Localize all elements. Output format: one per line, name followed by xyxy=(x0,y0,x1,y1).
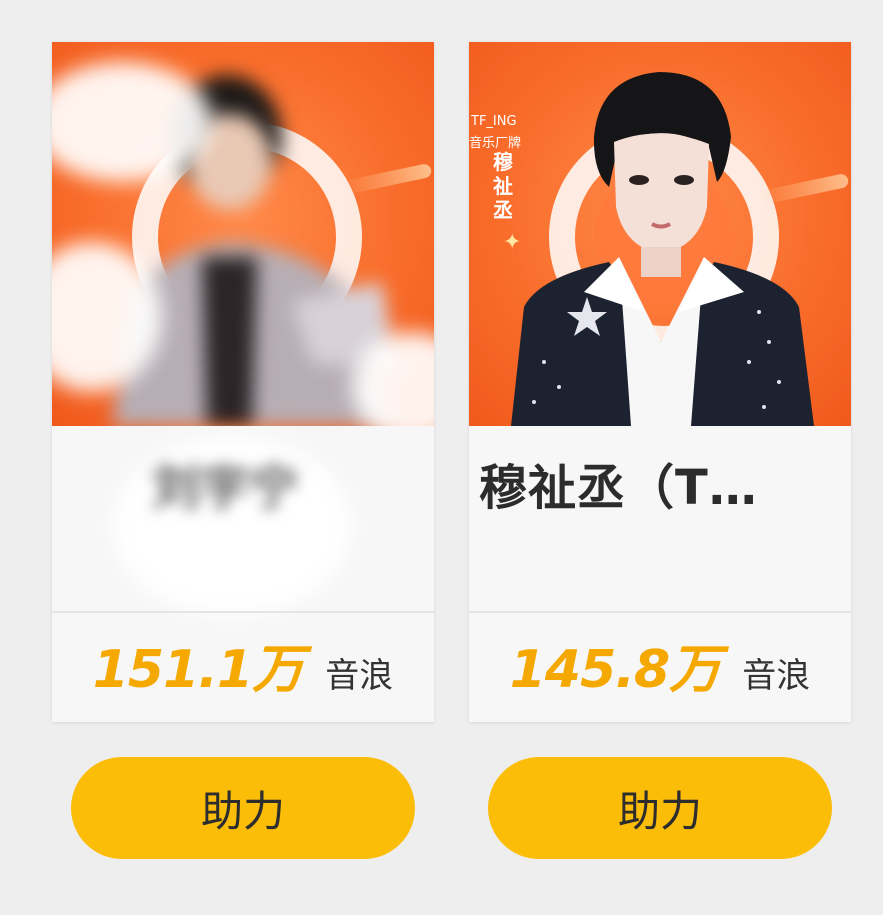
artist-photo-1 xyxy=(52,42,434,426)
artist-name: 穆祉丞（T… xyxy=(479,460,758,516)
vote-stat-2: 145.8万 音浪 xyxy=(469,627,851,707)
artist-card-1[interactable]: 刘宇宁 151.1万 音浪 xyxy=(52,42,434,722)
artist-card-2[interactable]: TF_ING 音乐厂牌 穆祉丞 ✦ 穆祉丞（T… 145.8万 音浪 xyxy=(469,42,851,722)
support-button-1[interactable]: 助力 xyxy=(71,757,415,859)
artist-photo-2: TF_ING 音乐厂牌 穆祉丞 ✦ xyxy=(469,42,851,426)
divider xyxy=(52,611,434,613)
vote-unit: 音浪 xyxy=(325,656,394,696)
name-area-1: 刘宇宁 xyxy=(52,426,434,616)
artist-name: 刘宇宁 xyxy=(152,460,300,516)
vote-count: 145.8万 xyxy=(509,640,721,700)
vote-count: 151.1万 xyxy=(92,640,304,700)
name-area-2: 穆祉丞（T… xyxy=(469,426,851,611)
person-illustration xyxy=(511,72,814,426)
vote-stat-1: 151.1万 音浪 xyxy=(52,627,434,707)
divider xyxy=(469,611,851,613)
support-button-2[interactable]: 助力 xyxy=(488,757,832,859)
vote-unit: 音浪 xyxy=(742,656,811,696)
